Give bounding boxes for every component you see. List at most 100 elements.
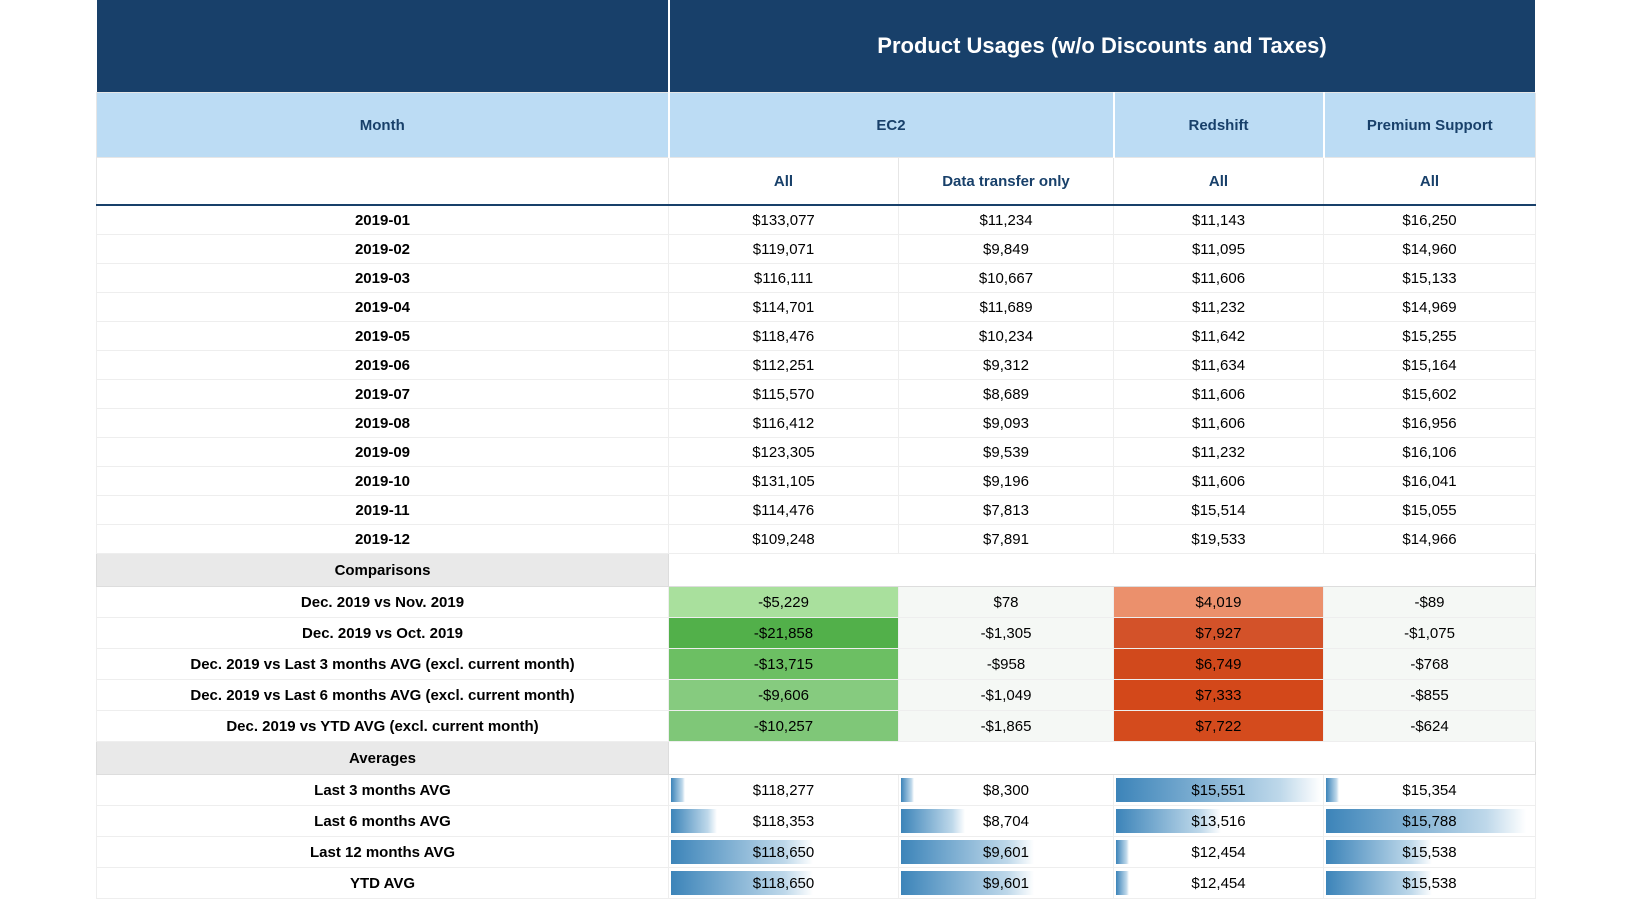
- comparison-row: Dec. 2019 vs Oct. 2019-$21,858-$1,305$7,…: [97, 618, 1536, 649]
- comparison-label: Dec. 2019 vs Nov. 2019: [97, 587, 669, 618]
- table-row: 2019-08$116,412$9,093$11,606$16,956: [97, 409, 1536, 438]
- premium-delta: -$855: [1324, 680, 1536, 711]
- ec2-dto-cell: $8,689: [899, 380, 1114, 409]
- month-cell: 2019-06: [97, 351, 669, 380]
- ec2-all-cell: $118,476: [669, 322, 899, 351]
- sub-month-blank: [97, 158, 669, 206]
- title-row: Product Usages (w/o Discounts and Taxes): [97, 0, 1536, 93]
- premium-cell: $15,055: [1324, 496, 1536, 525]
- month-cell: 2019-09: [97, 438, 669, 467]
- month-cell: 2019-05: [97, 322, 669, 351]
- usage-table: Product Usages (w/o Discounts and Taxes)…: [96, 0, 1537, 899]
- comparison-label: Dec. 2019 vs Last 6 months AVG (excl. cu…: [97, 680, 669, 711]
- ec2-all-cell: $133,077: [669, 205, 899, 235]
- redshift-cell: $11,095: [1114, 235, 1324, 264]
- sub-ec2-dto: Data transfer only: [899, 158, 1114, 206]
- ec2-dto-delta: $78: [899, 587, 1114, 618]
- premium-avg: $15,354: [1324, 775, 1536, 806]
- table-row: 2019-11$114,476$7,813$15,514$15,055: [97, 496, 1536, 525]
- average-label: Last 12 months AVG: [97, 837, 669, 868]
- ec2-dto-cell: $10,234: [899, 322, 1114, 351]
- premium-delta: -$1,075: [1324, 618, 1536, 649]
- comparison-label: Dec. 2019 vs Last 3 months AVG (excl. cu…: [97, 649, 669, 680]
- average-row: Last 6 months AVG$118,353$8,704$13,516$1…: [97, 806, 1536, 837]
- table-row: 2019-10$131,105$9,196$11,606$16,041: [97, 467, 1536, 496]
- ec2-all-cell: $131,105: [669, 467, 899, 496]
- ec2-dto-delta: -$1,865: [899, 711, 1114, 742]
- redshift-cell: $11,232: [1114, 438, 1324, 467]
- month-cell: 2019-11: [97, 496, 669, 525]
- comparisons-section-header: Comparisons: [97, 554, 1536, 587]
- col-month-header: Month: [97, 93, 669, 158]
- month-cell: 2019-02: [97, 235, 669, 264]
- table-row: 2019-01$133,077$11,234$11,143$16,250: [97, 205, 1536, 235]
- redshift-delta: $7,722: [1114, 711, 1324, 742]
- premium-avg: $15,538: [1324, 837, 1536, 868]
- month-cell: 2019-03: [97, 264, 669, 293]
- table-row: 2019-07$115,570$8,689$11,606$15,602: [97, 380, 1536, 409]
- ec2-all-delta: -$13,715: [669, 649, 899, 680]
- month-cell: 2019-10: [97, 467, 669, 496]
- redshift-cell: $11,606: [1114, 380, 1324, 409]
- redshift-avg: $15,551: [1114, 775, 1324, 806]
- ec2-all-delta: -$9,606: [669, 680, 899, 711]
- redshift-delta: $6,749: [1114, 649, 1324, 680]
- premium-delta: -$624: [1324, 711, 1536, 742]
- col-redshift-header: Redshift: [1114, 93, 1324, 158]
- table-row: 2019-06$112,251$9,312$11,634$15,164: [97, 351, 1536, 380]
- redshift-cell: $11,232: [1114, 293, 1324, 322]
- redshift-delta: $7,333: [1114, 680, 1324, 711]
- comparison-row: Dec. 2019 vs YTD AVG (excl. current mont…: [97, 711, 1536, 742]
- average-rows: Last 3 months AVG$118,277$8,300$15,551$1…: [97, 775, 1536, 899]
- redshift-cell: $15,514: [1114, 496, 1324, 525]
- month-cell: 2019-04: [97, 293, 669, 322]
- ec2-dto-delta: -$958: [899, 649, 1114, 680]
- premium-cell: $16,250: [1324, 205, 1536, 235]
- ec2-dto-cell: $9,196: [899, 467, 1114, 496]
- premium-cell: $14,969: [1324, 293, 1536, 322]
- comparison-label: Dec. 2019 vs Oct. 2019: [97, 618, 669, 649]
- month-cell: 2019-07: [97, 380, 669, 409]
- table-row: 2019-12$109,248$7,891$19,533$14,966: [97, 525, 1536, 554]
- premium-cell: $16,041: [1324, 467, 1536, 496]
- ec2-all-delta: -$10,257: [669, 711, 899, 742]
- ec2-all-cell: $123,305: [669, 438, 899, 467]
- ec2-dto-cell: $9,539: [899, 438, 1114, 467]
- redshift-delta: $7,927: [1114, 618, 1324, 649]
- ec2-dto-delta: -$1,049: [899, 680, 1114, 711]
- sub-redshift: All: [1114, 158, 1324, 206]
- comparisons-label: Comparisons: [97, 554, 669, 587]
- comparison-row: Dec. 2019 vs Last 6 months AVG (excl. cu…: [97, 680, 1536, 711]
- ec2-all-delta: -$5,229: [669, 587, 899, 618]
- premium-cell: $15,602: [1324, 380, 1536, 409]
- table-row: 2019-05$118,476$10,234$11,642$15,255: [97, 322, 1536, 351]
- premium-cell: $16,106: [1324, 438, 1536, 467]
- redshift-avg: $12,454: [1114, 868, 1324, 899]
- redshift-cell: $19,533: [1114, 525, 1324, 554]
- comparison-row: Dec. 2019 vs Last 3 months AVG (excl. cu…: [97, 649, 1536, 680]
- average-label: YTD AVG: [97, 868, 669, 899]
- premium-avg: $15,538: [1324, 868, 1536, 899]
- ec2-all-avg: $118,277: [669, 775, 899, 806]
- ec2-dto-cell: $9,312: [899, 351, 1114, 380]
- ec2-dto-cell: $11,234: [899, 205, 1114, 235]
- table-row: 2019-04$114,701$11,689$11,232$14,969: [97, 293, 1536, 322]
- ec2-all-cell: $114,701: [669, 293, 899, 322]
- premium-cell: $14,966: [1324, 525, 1536, 554]
- redshift-avg: $12,454: [1114, 837, 1324, 868]
- ec2-all-cell: $115,570: [669, 380, 899, 409]
- col-premium-header: Premium Support: [1324, 93, 1536, 158]
- ec2-all-cell: $114,476: [669, 496, 899, 525]
- premium-cell: $15,255: [1324, 322, 1536, 351]
- table-row: 2019-02$119,071$9,849$11,095$14,960: [97, 235, 1536, 264]
- average-label: Last 6 months AVG: [97, 806, 669, 837]
- premium-cell: $15,133: [1324, 264, 1536, 293]
- comparison-label: Dec. 2019 vs YTD AVG (excl. current mont…: [97, 711, 669, 742]
- ec2-dto-cell: $10,667: [899, 264, 1114, 293]
- sub-ec2-all: All: [669, 158, 899, 206]
- average-label: Last 3 months AVG: [97, 775, 669, 806]
- premium-avg: $15,788: [1324, 806, 1536, 837]
- averages-label: Averages: [97, 742, 669, 775]
- redshift-avg: $13,516: [1114, 806, 1324, 837]
- ec2-all-cell: $112,251: [669, 351, 899, 380]
